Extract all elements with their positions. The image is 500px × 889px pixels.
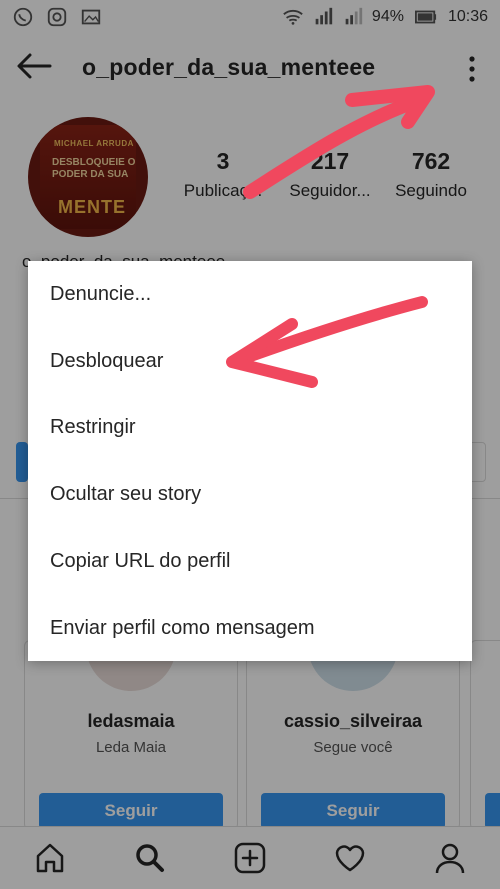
menu-item-unblock[interactable]: Desbloquear: [28, 328, 472, 394]
menu-item-hide-story[interactable]: Ocultar seu story: [28, 461, 472, 527]
menu-item-send-profile[interactable]: Enviar perfil como mensagem: [28, 595, 472, 661]
options-menu: Denuncie... Desbloquear Restringir Ocult…: [28, 261, 472, 661]
menu-item-copy-profile-url[interactable]: Copiar URL do perfil: [28, 528, 472, 594]
menu-item-restrict[interactable]: Restringir: [28, 394, 472, 460]
menu-item-report[interactable]: Denuncie...: [28, 261, 472, 327]
